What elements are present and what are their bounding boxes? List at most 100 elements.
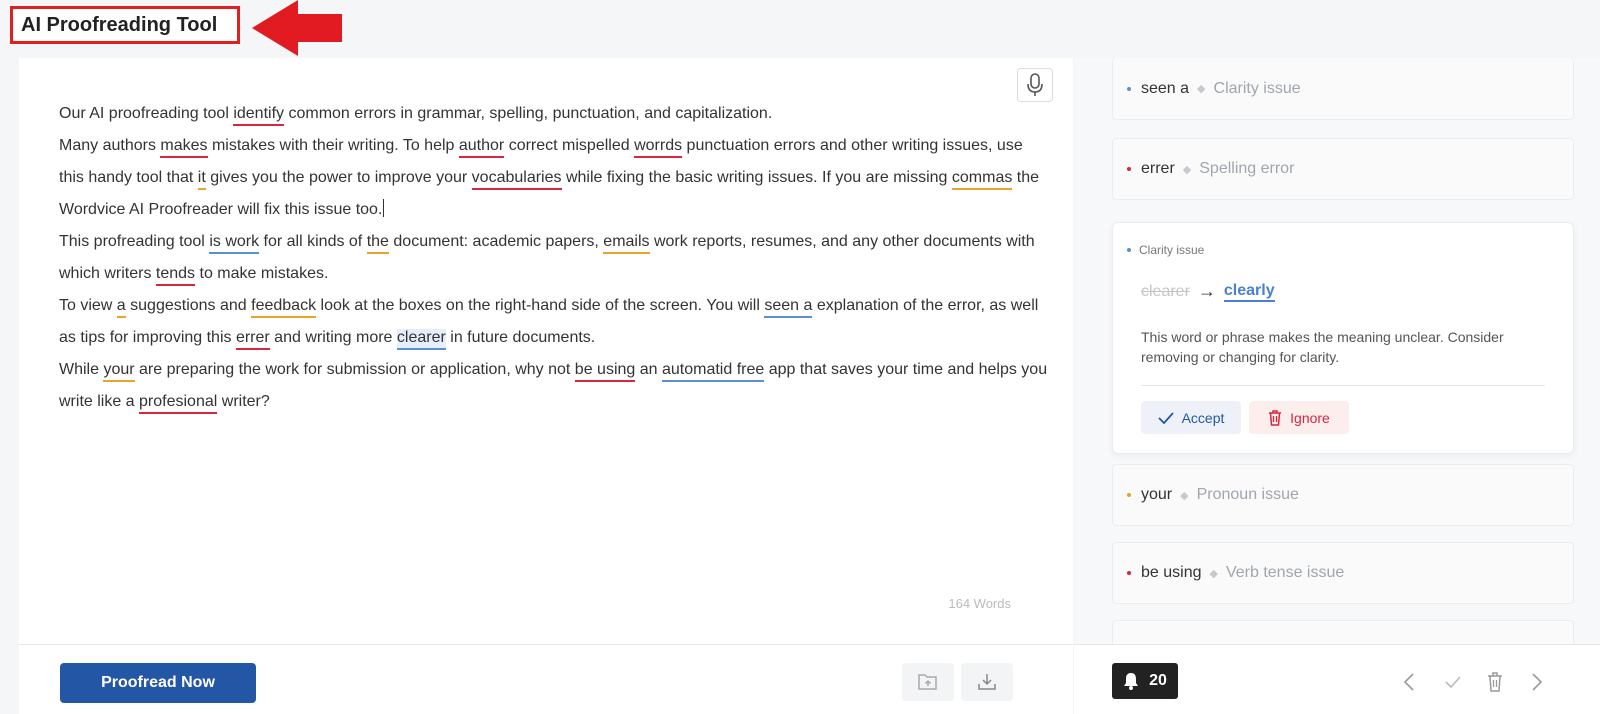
upload-folder-button[interactable] <box>902 663 954 701</box>
flagged-word[interactable]: profesional <box>139 393 218 414</box>
separator-icon: ◆ <box>1182 163 1192 176</box>
editor-footer: Proofread Now <box>19 644 1073 714</box>
editor-paragraph: While your are preparing the work for su… <box>59 354 1049 418</box>
download-button[interactable] <box>961 663 1013 701</box>
arrow-right-icon: → <box>1197 281 1216 301</box>
suggestions-panel: seen a ◆ Clarity issue errer ◆ Spelling … <box>1074 58 1600 714</box>
text-caret <box>383 199 385 217</box>
proofread-now-button[interactable]: Proofread Now <box>60 663 256 703</box>
text-segment: Our AI proofreading tool <box>59 105 234 122</box>
text-segment: and writing more <box>269 329 397 346</box>
text-segment: are preparing the work for submission or… <box>134 361 575 378</box>
text-segment: This profreading tool <box>59 233 210 250</box>
chevron-left-icon <box>1403 673 1414 691</box>
annotation-arrow-icon <box>252 0 342 56</box>
flagged-word[interactable]: clearer <box>396 329 446 350</box>
editor-text-area[interactable]: Our AI proofreading tool identify common… <box>59 98 1049 418</box>
text-segment: in future documents. <box>445 329 596 346</box>
text-segment: suggestions and <box>125 297 252 314</box>
issue-count-badge[interactable]: 20 <box>1112 663 1178 699</box>
app-title: AI Proofreading Tool <box>21 13 218 36</box>
text-segment: mistakes with their writing. To help <box>207 137 459 154</box>
issue-word: your <box>1141 486 1173 503</box>
issue-type: Spelling error <box>1199 160 1295 177</box>
flagged-word[interactable]: a <box>116 297 126 318</box>
divider <box>1141 385 1545 386</box>
issue-count: 20 <box>1149 672 1167 689</box>
flagged-word[interactable]: seen a <box>764 297 813 318</box>
bell-icon <box>1124 673 1139 690</box>
previous-button[interactable] <box>1398 671 1420 693</box>
flagged-word[interactable]: errer <box>235 329 270 350</box>
issue-card[interactable]: be using ◆ Verb tense issue <box>1112 542 1574 604</box>
text-segment: common errors in grammar, spelling, punc… <box>284 105 773 122</box>
text-segment: for all kinds of <box>259 233 367 250</box>
word-count: 164 Words <box>948 596 1011 611</box>
microphone-button[interactable] <box>1017 68 1053 102</box>
download-icon <box>978 674 996 690</box>
trash-icon <box>1269 409 1282 426</box>
accept-all-button[interactable] <box>1442 671 1464 693</box>
issue-card[interactable]: your ◆ Pronoun issue <box>1112 464 1574 526</box>
text-segment: gives you the power to improve your <box>205 169 472 186</box>
chevron-right-icon <box>1532 673 1543 691</box>
suggested-word[interactable]: clearly <box>1223 282 1275 302</box>
issue-dot <box>1127 86 1131 91</box>
expanded-issue-type: Clarity issue <box>1127 243 1204 257</box>
trash-icon <box>1488 672 1502 692</box>
flagged-word[interactable]: commas <box>951 169 1013 190</box>
accept-button[interactable]: Accept <box>1141 401 1241 434</box>
flagged-word[interactable]: emails <box>603 233 650 254</box>
issue-description: This word or phrase makes the meaning un… <box>1141 329 1504 365</box>
text-segment: to make mistakes. <box>195 265 329 282</box>
editor-paragraph: This profreading tool is work for all ki… <box>59 226 1049 290</box>
checkmark-icon <box>1157 411 1174 424</box>
flagged-word[interactable]: author <box>458 137 505 158</box>
issue-word: errer <box>1141 160 1175 177</box>
text-segment: writer? <box>217 393 270 410</box>
flagged-word[interactable]: tends <box>155 265 196 286</box>
flagged-word[interactable]: your <box>103 361 135 382</box>
text-segment: while fixing the basic writing issues. I… <box>561 169 952 186</box>
flagged-word[interactable]: worrds <box>634 137 683 158</box>
text-segment: To view <box>59 297 117 314</box>
next-button[interactable] <box>1526 671 1548 693</box>
expanded-issue-card: Clarity issue clearer → clearly This wor… <box>1112 222 1574 454</box>
flagged-word[interactable]: be using <box>574 361 636 382</box>
separator-icon: ◆ <box>1209 567 1218 580</box>
issue-dot <box>1127 493 1131 497</box>
original-word: clearer <box>1141 282 1190 300</box>
flagged-word[interactable]: vocabularies <box>471 169 562 190</box>
flagged-word[interactable]: automatid free <box>661 361 765 382</box>
flagged-word[interactable]: makes <box>160 137 208 158</box>
flagged-word[interactable]: is work <box>209 233 260 254</box>
text-segment: an <box>635 361 662 378</box>
issue-card[interactable]: errer ◆ Spelling error <box>1112 138 1574 200</box>
editor-panel: Our AI proofreading tool identify common… <box>19 58 1073 714</box>
app-title-box: AI Proofreading Tool <box>10 6 240 44</box>
microphone-icon <box>1027 73 1043 96</box>
issue-dot <box>1127 571 1131 575</box>
separator-icon: ◆ <box>1180 489 1189 502</box>
separator-icon: ◆ <box>1197 83 1206 95</box>
issue-dot <box>1127 167 1131 171</box>
editor-paragraph: Our AI proofreading tool identify common… <box>59 98 1049 130</box>
accept-label: Accept <box>1181 409 1225 426</box>
delete-all-button[interactable] <box>1484 671 1506 693</box>
flagged-word[interactable]: the <box>366 233 389 254</box>
issue-word: seen a <box>1141 79 1190 97</box>
flagged-word[interactable]: it <box>197 169 206 190</box>
ignore-label: Ignore <box>1290 409 1330 426</box>
expanded-issue-type-label: Clarity issue <box>1139 243 1205 257</box>
editor-paragraph: To view a suggestions and feedback look … <box>59 290 1049 354</box>
editor-paragraph: Many authors makes mistakes with their w… <box>59 130 1049 226</box>
issue-type: Pronoun issue <box>1196 486 1299 503</box>
text-segment: While <box>59 361 104 378</box>
checkmark-icon <box>1445 676 1461 688</box>
text-segment: look at the boxes on the right-hand side… <box>316 297 765 314</box>
flagged-word[interactable]: identify <box>233 105 285 126</box>
flagged-word[interactable]: feedback <box>251 297 317 318</box>
ignore-button[interactable]: Ignore <box>1249 401 1349 434</box>
issue-card[interactable]: seen a ◆ Clarity issue <box>1112 58 1574 120</box>
text-segment: document: academic papers, <box>388 233 604 250</box>
